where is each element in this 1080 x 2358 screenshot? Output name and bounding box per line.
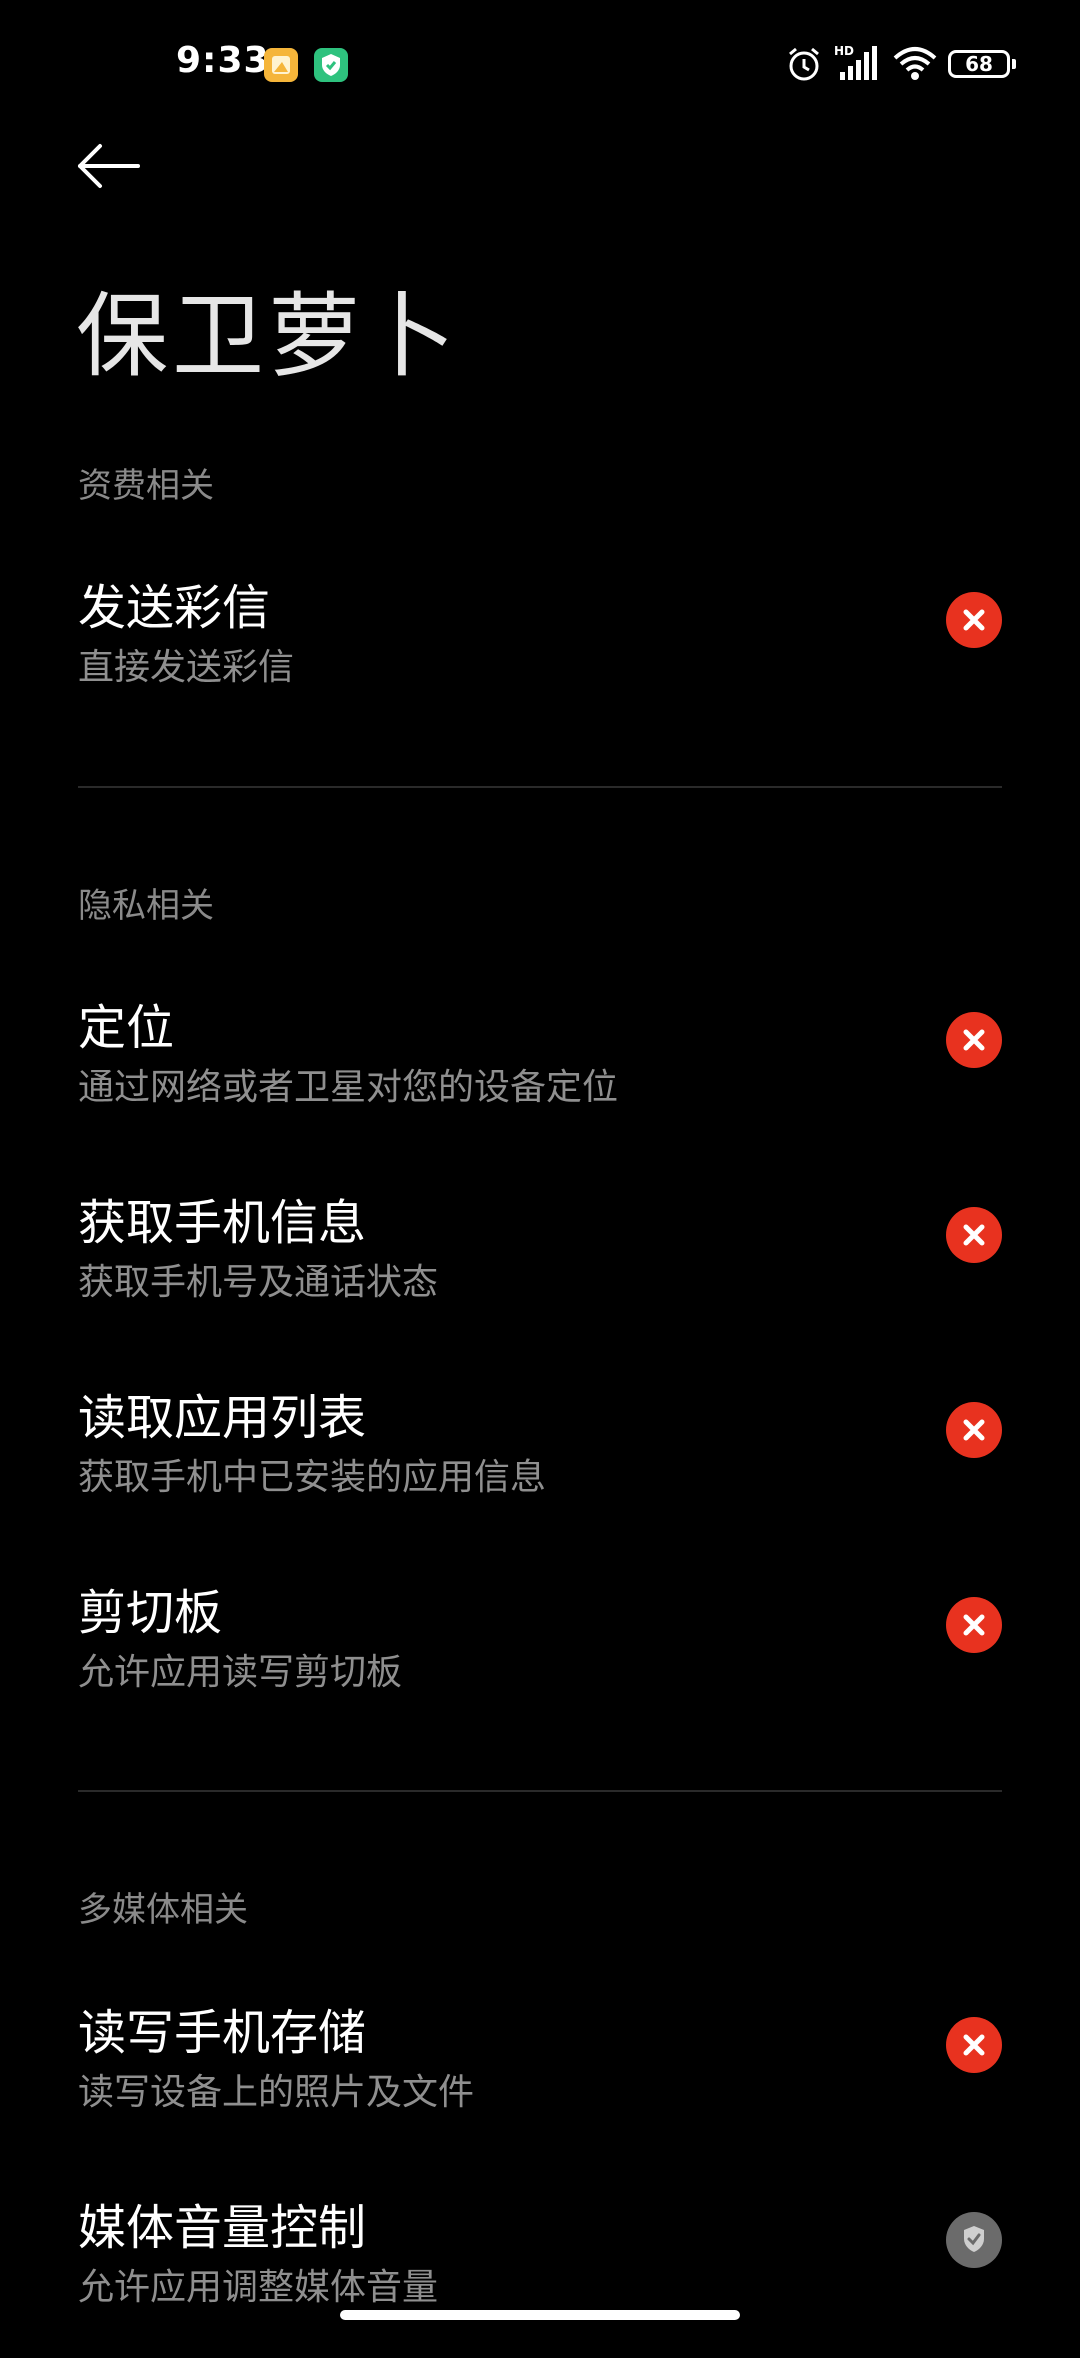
permission-desc: 读写设备上的照片及文件 (78, 2072, 475, 2113)
page-title: 保卫萝卜 (76, 283, 461, 390)
permission-title: 定位 (78, 1000, 175, 1056)
permission-desc: 获取手机中已安装的应用信息 (78, 1457, 547, 1498)
section-header-multimedia: 多媒体相关 (78, 1890, 248, 1930)
denied-icon[interactable] (946, 1207, 1002, 1263)
permission-item-app-list[interactable]: 读取应用列表 获取手机中已安装的应用信息 (0, 1378, 1080, 1548)
battery-level: 68 (965, 52, 993, 76)
svg-text:HD: HD (834, 44, 854, 58)
security-notification-icon (314, 48, 348, 82)
permission-item-clipboard[interactable]: 剪切板 允许应用读写剪切板 (0, 1573, 1080, 1743)
denied-icon[interactable] (946, 1597, 1002, 1653)
gallery-notification-icon (264, 48, 298, 82)
permission-title: 发送彩信 (78, 580, 271, 636)
permission-title: 读取应用列表 (78, 1390, 367, 1446)
permission-title: 获取手机信息 (78, 1195, 367, 1251)
signal-hd-icon: HD (834, 44, 877, 80)
battery-indicator: 68 (948, 50, 1016, 78)
denied-icon[interactable] (946, 1012, 1002, 1068)
permission-title: 媒体音量控制 (78, 2200, 367, 2256)
section-header-billing: 资费相关 (78, 466, 214, 506)
permission-desc: 直接发送彩信 (78, 647, 295, 688)
back-button[interactable] (66, 130, 156, 210)
status-bar: 9:33 HD 68 (0, 0, 1080, 130)
permission-title: 剪切板 (78, 1585, 223, 1641)
section-divider (78, 786, 1002, 788)
back-arrow-icon (78, 144, 140, 188)
permission-desc: 通过网络或者卫星对您的设备定位 (78, 1067, 619, 1108)
denied-icon[interactable] (946, 2017, 1002, 2073)
wifi-icon (893, 47, 937, 80)
denied-icon[interactable] (946, 592, 1002, 648)
allowed-shield-icon[interactable] (946, 2212, 1002, 2268)
permission-desc: 允许应用调整媒体音量 (78, 2267, 439, 2308)
section-header-privacy: 隐私相关 (78, 886, 214, 926)
permission-desc: 允许应用读写剪切板 (78, 1652, 403, 1693)
permission-title: 读写手机存储 (78, 2005, 367, 2061)
permission-item-phone-info[interactable]: 获取手机信息 获取手机号及通话状态 (0, 1183, 1080, 1353)
permission-item-storage[interactable]: 读写手机存储 读写设备上的照片及文件 (0, 1993, 1080, 2163)
denied-icon[interactable] (946, 1402, 1002, 1458)
status-icons: HD 68 (784, 44, 1024, 88)
permission-desc: 获取手机号及通话状态 (78, 1262, 439, 1303)
section-divider (78, 1790, 1002, 1792)
permission-item-location[interactable]: 定位 通过网络或者卫星对您的设备定位 (0, 988, 1080, 1158)
permission-item-media-volume[interactable]: 媒体音量控制 允许应用调整媒体音量 (0, 2188, 1080, 2358)
alarm-icon (789, 47, 819, 81)
permission-item-send-mms[interactable]: 发送彩信 直接发送彩信 (0, 568, 1080, 738)
status-time: 9:33 (176, 40, 270, 81)
home-indicator[interactable] (340, 2310, 740, 2320)
